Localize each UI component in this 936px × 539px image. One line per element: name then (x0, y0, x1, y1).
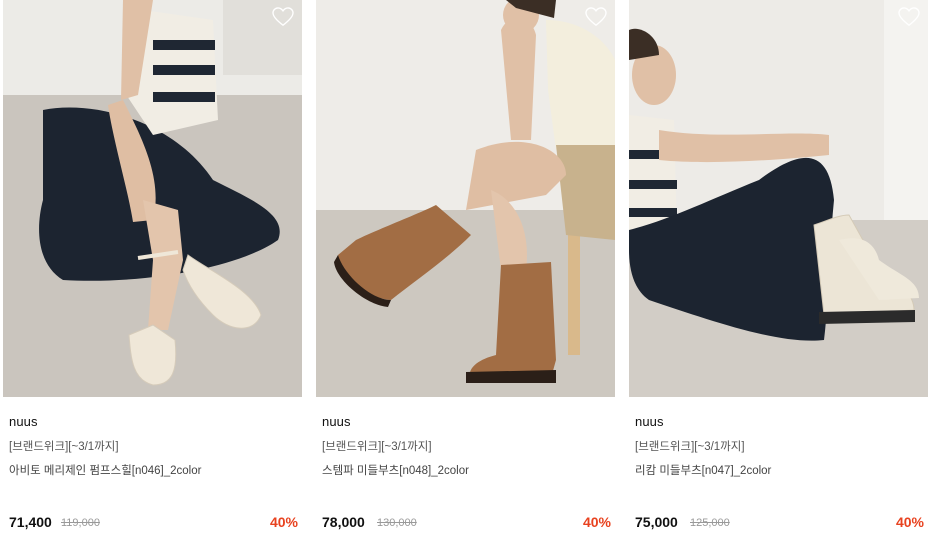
product-photo-brown-boots (316, 0, 615, 397)
promo-text[interactable]: [브랜드위크][~3/1까지] (635, 438, 745, 454)
product-name[interactable]: 스템파 미들부츠[n048]_2color (322, 462, 469, 478)
sale-price: 78,000 (322, 514, 365, 530)
heart-outline-icon[interactable] (272, 7, 294, 27)
brand-name[interactable]: nuus (9, 414, 38, 429)
product-image[interactable] (316, 0, 615, 397)
original-price: 125,000 (690, 517, 730, 529)
brand-name[interactable]: nuus (635, 414, 664, 429)
product-photo-maryjane (3, 0, 302, 397)
heart-outline-icon[interactable] (898, 7, 920, 27)
product-image[interactable] (629, 0, 928, 397)
product-name[interactable]: 아비토 메리제인 펌프스힐[n046]_2color (9, 462, 201, 478)
discount-rate: 40% (582, 514, 611, 530)
brand-name[interactable]: nuus (322, 414, 351, 429)
original-price: 119,000 (61, 517, 100, 529)
product-card[interactable]: nuus [브랜드위크][~3/1까지] 스템파 미들부츠[n048]_2col… (316, 0, 615, 539)
promo-text[interactable]: [브랜드위크][~3/1까지] (322, 438, 432, 454)
product-photo-ivory-boots (629, 0, 928, 397)
sale-price: 75,000 (635, 514, 678, 530)
product-card[interactable]: nuus [브랜드위크][~3/1까지] 리캄 미들부츠[n047]_2colo… (629, 0, 928, 539)
product-grid: nuus [브랜드위크][~3/1까지] 아비토 메리제인 펌프스힐[n046]… (0, 0, 936, 539)
product-image[interactable] (3, 0, 302, 397)
product-name[interactable]: 리캄 미들부츠[n047]_2color (635, 462, 771, 478)
discount-rate: 40% (895, 514, 924, 530)
discount-rate: 40% (269, 514, 298, 530)
product-card[interactable]: nuus [브랜드위크][~3/1까지] 아비토 메리제인 펌프스힐[n046]… (3, 0, 302, 539)
original-price: 130,000 (377, 517, 417, 529)
promo-text[interactable]: [브랜드위크][~3/1까지] (9, 438, 119, 454)
sale-price: 71,400 (9, 514, 52, 530)
heart-outline-icon[interactable] (585, 7, 607, 27)
